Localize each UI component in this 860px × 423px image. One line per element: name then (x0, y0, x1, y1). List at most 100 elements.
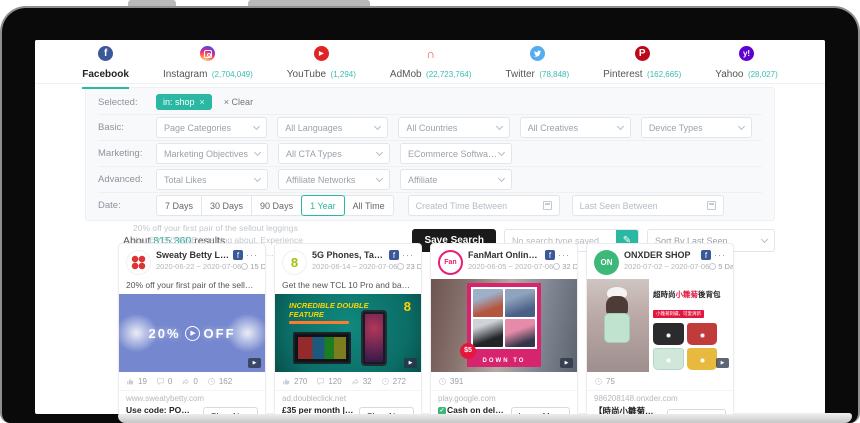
page-name[interactable]: FanMart Online Shopping - F... (468, 250, 542, 260)
cta-button[interactable]: Learn More (511, 407, 570, 415)
tab-label: Instagram (163, 69, 207, 80)
ad-creative-image[interactable]: 20% ▶ OFF ▶ (119, 294, 265, 372)
last-seen-between-input[interactable]: Last Seen Between (572, 195, 724, 216)
filter-panel: Selected: in: shop× × Clear Basic: Page … (85, 87, 775, 221)
duration-count: 272 (393, 377, 406, 386)
range-1-year[interactable]: 1 Year (301, 195, 345, 216)
cta-button[interactable]: Learn More (667, 409, 726, 415)
tab-count: (28,027) (748, 70, 778, 79)
select-value: Affiliate Networks (286, 175, 355, 185)
ad-creative-image[interactable]: 超時尚小雛菊後背包 小雛菊刺繡，可愛清新 ▶ (587, 279, 733, 372)
engagement-stats: 19 0 0 162 (119, 372, 265, 391)
pinterest-icon (635, 46, 650, 61)
select-value: All Languages (285, 123, 342, 133)
landing-url[interactable]: play.google.com (431, 391, 577, 403)
tab-admob[interactable]: AdMob (22,723,764) (390, 46, 472, 87)
ad-creative-image[interactable]: DOWN TO $5 ▶ (431, 279, 577, 372)
range-30-days[interactable]: 30 Days (201, 195, 252, 216)
days-running: 15 Days (250, 262, 266, 271)
ad-card-5g-phones[interactable]: 8 5G Phones, Tablets & SIMs | ... ··· 20… (274, 243, 422, 414)
chevron-down-icon (254, 149, 261, 156)
select-value: Device Types (649, 123, 703, 133)
countries-select[interactable]: All Countries (398, 117, 509, 138)
page-name[interactable]: ONXDER SHOP (624, 250, 698, 260)
date-range: 2020-06-22 ~ 2020-07-06 (156, 262, 241, 271)
cta-button[interactable]: Shop Now (203, 407, 258, 415)
facebook-icon (98, 46, 113, 61)
chip-remove-icon[interactable]: × (200, 97, 205, 107)
clock-icon (594, 377, 603, 386)
ad-card-fanmart[interactable]: Fan FanMart Online Shopping - F... ··· 2… (430, 243, 578, 414)
created-time-between-input[interactable]: Created Time Between (408, 195, 560, 216)
tab-yahoo[interactable]: Yahoo (28,027) (715, 46, 777, 87)
filter-row-basic: Basic: Page Categories All Languages All… (98, 114, 762, 140)
range-7-days[interactable]: 7 Days (156, 195, 202, 216)
like-icon (282, 377, 291, 386)
chevron-down-icon (376, 175, 383, 182)
clock-icon (241, 263, 248, 270)
landing-url[interactable]: ad.doubleclick.net (275, 391, 421, 403)
marketing-objectives-select[interactable]: Marketing Objectives (156, 143, 268, 164)
landing-url[interactable]: www.sweatybetty.com (119, 391, 265, 403)
clock-icon (709, 263, 716, 270)
affiliate-select[interactable]: Affiliate (400, 169, 512, 190)
cta-button[interactable]: Shop Now (359, 407, 414, 415)
chevron-down-icon (374, 123, 381, 130)
video-badge-icon: ▶ (716, 358, 729, 368)
select-value: Affiliate (408, 175, 437, 185)
ad-creative-image[interactable]: INCREDIBLE DOUBLE FEATURE 8 ▶ (275, 294, 421, 372)
tab-facebook[interactable]: Facebook (82, 46, 129, 89)
app-screen: Facebook Instagram (2,704,049) YouTube (… (35, 40, 825, 414)
network-tabbar: Facebook Instagram (2,704,049) YouTube (… (35, 40, 825, 84)
discount-text: OFF (204, 326, 236, 341)
landing-url[interactable]: 986208148.onxder.com (587, 391, 733, 403)
range-all-time[interactable]: All Time (344, 195, 394, 216)
video-badge-icon: ▶ (404, 358, 417, 368)
tab-youtube[interactable]: YouTube (1,294) (287, 46, 356, 87)
selected-filter-chip[interactable]: in: shop× (156, 94, 212, 110)
chevron-down-icon (376, 149, 383, 156)
select-value: All CTA Types (286, 149, 342, 159)
avatar: Fan (438, 250, 463, 275)
clear-filters-link[interactable]: × Clear (224, 97, 253, 107)
input-placeholder: Created Time Between (416, 201, 508, 211)
tab-label: YouTube (287, 69, 326, 80)
marketing-label: Marketing: (98, 148, 156, 159)
more-menu-icon[interactable]: ··· (246, 250, 258, 260)
down-to-text: DOWN TO (467, 358, 541, 364)
filter-row-selected: Selected: in: shop× × Clear (98, 90, 762, 114)
device-base (118, 413, 852, 423)
duration-count: 391 (450, 377, 463, 386)
comment-icon (316, 377, 325, 386)
more-menu-icon[interactable]: ··· (558, 250, 570, 260)
creatives-select[interactable]: All Creatives (520, 117, 631, 138)
tab-instagram[interactable]: Instagram (2,704,049) (163, 46, 253, 87)
ecommerce-softwares-select[interactable]: ECommerce Softwares (400, 143, 512, 164)
ad-headline: £35 per month | £30 upfront | ... (282, 405, 354, 414)
product-collage (653, 323, 717, 370)
clock-icon (553, 263, 560, 270)
selected-label: Selected: (98, 97, 156, 108)
promo-tag: 小雛菊刺繡，可愛清新 (653, 310, 704, 318)
tab-label: Pinterest (603, 69, 642, 80)
play-icon[interactable]: ▶ (185, 326, 200, 341)
advanced-label: Advanced: (98, 174, 156, 185)
device-types-select[interactable]: Device Types (641, 117, 752, 138)
like-count: 19 (138, 377, 147, 386)
cta-types-select[interactable]: All CTA Types (278, 143, 390, 164)
languages-select[interactable]: All Languages (277, 117, 388, 138)
page-categories-select[interactable]: Page Categories (156, 117, 267, 138)
more-menu-icon[interactable]: ··· (402, 250, 414, 260)
tab-twitter[interactable]: Twitter (78,848) (505, 46, 569, 87)
like-icon (126, 377, 135, 386)
page-name[interactable]: Sweaty Betty London | Wom... (156, 250, 230, 260)
ad-card-onxder[interactable]: ON ONXDER SHOP ··· 2020-07-02 ~ 2020-07-… (586, 243, 734, 414)
ad-card-sweaty-betty[interactable]: Sweaty Betty London | Wom... ··· 2020-06… (118, 243, 266, 414)
more-menu-icon[interactable]: ··· (714, 250, 726, 260)
total-likes-select[interactable]: Total Likes (156, 169, 268, 190)
page-name[interactable]: 5G Phones, Tablets & SIMs | ... (312, 250, 386, 260)
range-90-days[interactable]: 90 Days (251, 195, 302, 216)
tab-pinterest[interactable]: Pinterest (162,665) (603, 46, 681, 87)
admob-icon (423, 46, 438, 61)
affiliate-networks-select[interactable]: Affiliate Networks (278, 169, 390, 190)
